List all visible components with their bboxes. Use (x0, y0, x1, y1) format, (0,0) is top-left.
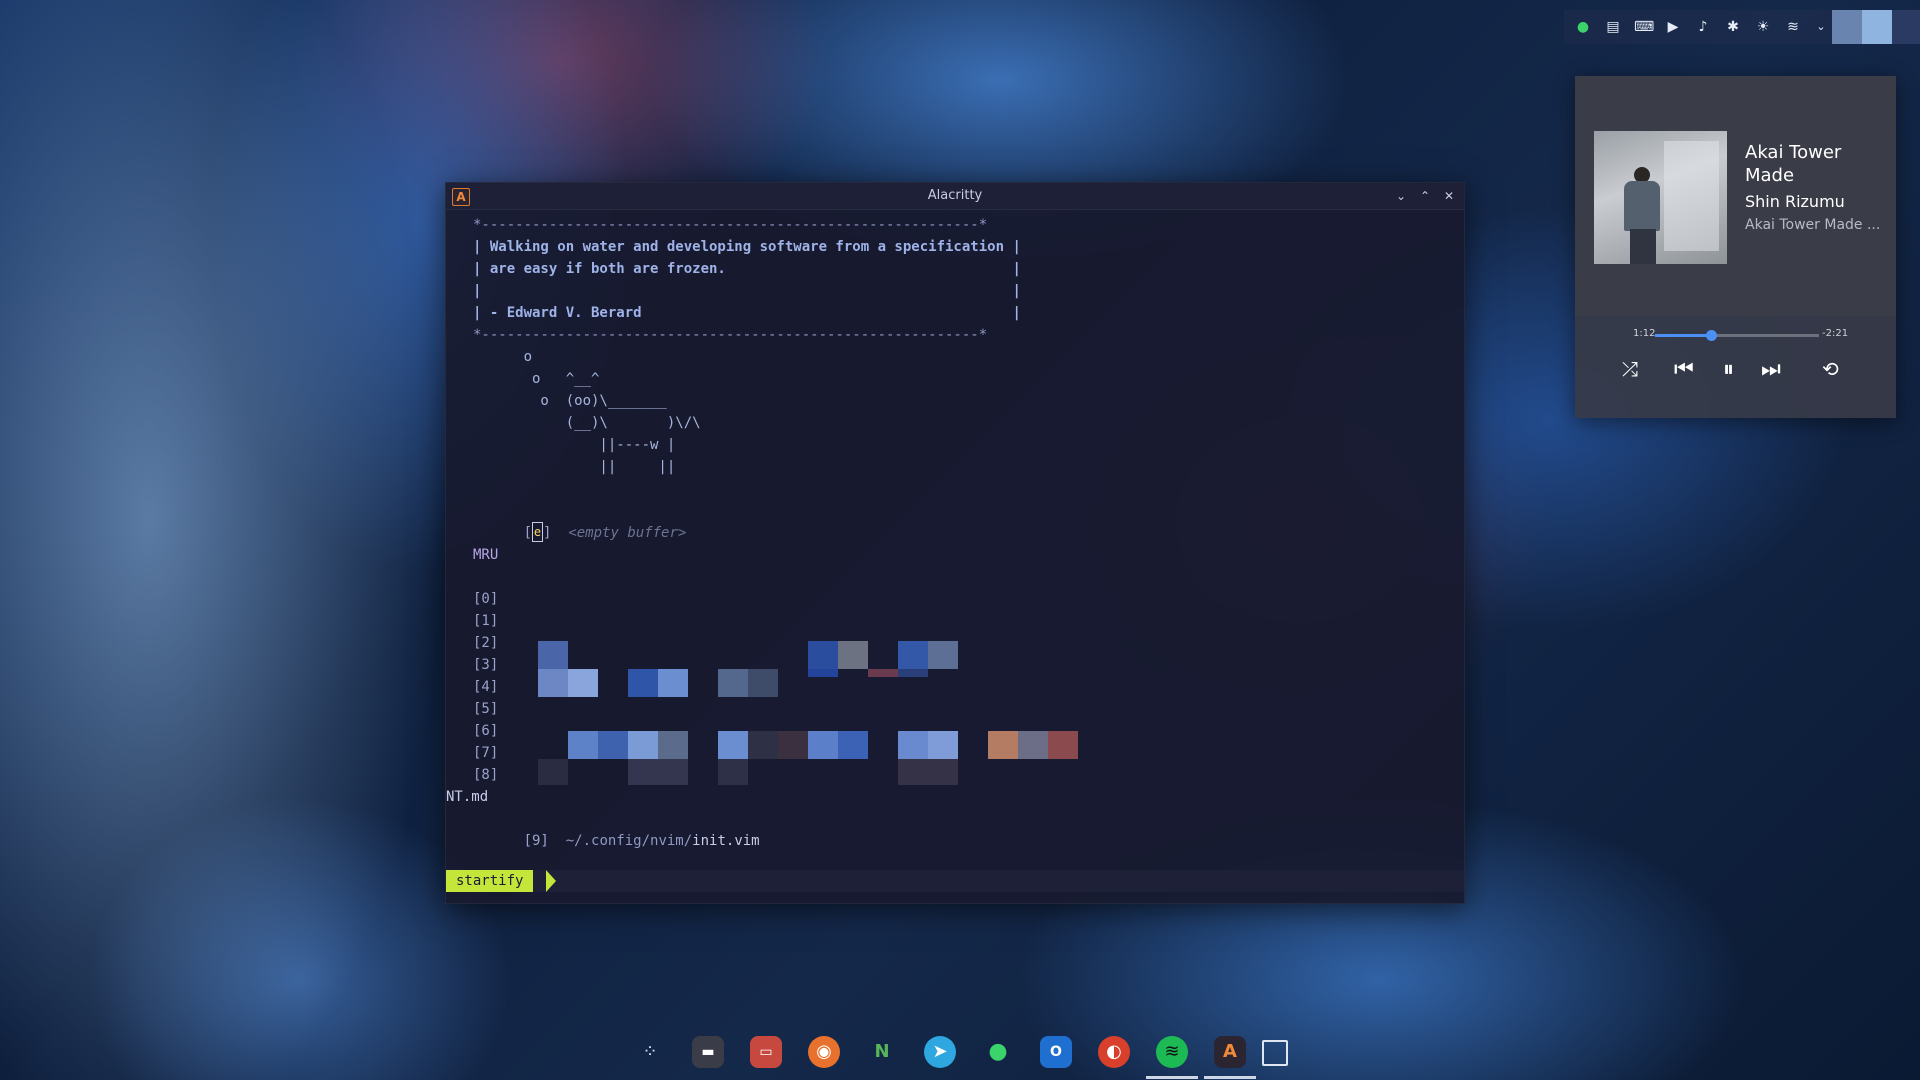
wechat-icon[interactable]: ● (982, 1036, 1014, 1068)
cowsay-line: o (oo)\_______ (473, 393, 667, 409)
pause-icon[interactable]: ⏸ (1723, 357, 1734, 382)
tray-pixelated-block (1892, 10, 1920, 44)
brightness-icon[interactable]: ☀ (1754, 18, 1772, 36)
quote-author: | - Edward V. Berard | (473, 305, 1021, 321)
play-circle-icon[interactable]: ▶ (1664, 18, 1682, 36)
alacritty-icon[interactable]: A (1214, 1036, 1246, 1068)
mru-header: MRU (473, 547, 499, 563)
cursor: e (532, 522, 544, 542)
keyboard-icon[interactable]: ⌨ (1634, 18, 1654, 36)
wifi-icon[interactable]: ≋ (1784, 18, 1802, 36)
minimize-button[interactable]: ⌄ (1392, 187, 1410, 205)
bracket: [ (523, 525, 533, 541)
file-manager-icon[interactable]: ▭ (750, 1036, 782, 1068)
mru-index[interactable]: [7] (473, 742, 498, 764)
wechat-icon[interactable]: ● (1574, 18, 1592, 36)
mode-separator (546, 870, 556, 892)
mru-item-init-vim[interactable]: [9] ~/.config/nvim/init.vim (473, 808, 760, 849)
volume-icon[interactable]: ♪ (1694, 18, 1712, 36)
mru-index[interactable]: [3] (473, 654, 498, 676)
mru-index[interactable]: [6] (473, 720, 498, 742)
neovim-icon[interactable]: N (866, 1036, 898, 1068)
previous-track-icon[interactable]: ⏮ (1674, 357, 1694, 382)
active-indicator-spotify (1146, 1076, 1198, 1079)
terminal-content[interactable]: *---------------------------------------… (446, 210, 1464, 903)
firefox-icon[interactable]: ◉ (808, 1036, 840, 1068)
mru-index[interactable]: [8] (473, 764, 498, 786)
alacritty-window[interactable]: A Alacritty ⌄ ⌃ ✕ *---------------------… (445, 182, 1465, 904)
cowsay-line: (__)\ )\/\ (473, 415, 701, 431)
spotify-icon[interactable]: ≋ (1156, 1036, 1188, 1068)
cowsay-line: ||----w | (473, 437, 676, 453)
empty-buffer-entry[interactable]: [e] <empty buffer> (473, 500, 686, 542)
repeat-icon[interactable]: ⟲ (1822, 357, 1839, 381)
mru-index[interactable]: [4] (473, 676, 498, 698)
mru-index: [9] (523, 833, 549, 849)
track-artist: Shin Rizumu (1745, 192, 1845, 211)
file-path-dir: ~/.config/nvim/ (565, 833, 693, 849)
window-titlebar[interactable]: A Alacritty ⌄ ⌃ ✕ (446, 183, 1464, 210)
quote-line: | are easy if both are frozen. | (473, 261, 1021, 277)
clipboard-icon[interactable]: ▤ (1604, 18, 1622, 36)
show-desktop-icon[interactable] (1262, 1040, 1288, 1066)
shuffle-icon[interactable]: ⤮ (1622, 357, 1638, 381)
close-button[interactable]: ✕ (1440, 187, 1458, 205)
system-tray: ● ▤ ⌨ ▶ ♪ ✱ ☀ ≋ ⌄ (1564, 10, 1920, 44)
quote-line: | Walking on water and developing softwa… (473, 239, 1021, 255)
quote-border-top: *---------------------------------------… (473, 217, 988, 233)
progress-knob[interactable] (1705, 330, 1717, 341)
next-track-icon[interactable]: ⏭ (1761, 357, 1781, 382)
cowsay-line: || || (473, 459, 676, 475)
track-title: Akai Tower Made (1745, 142, 1842, 186)
remaining-time: -2:21 (1822, 328, 1849, 339)
active-indicator-alacritty (1204, 1076, 1256, 1079)
cowsay-line: o ^__^ (473, 371, 600, 387)
empty-buffer-label: <empty buffer> (568, 525, 687, 541)
telegram-icon[interactable]: ➤ (924, 1036, 956, 1068)
media-header: Akai Tower Made Shin Rizumu Akai Tower M… (1575, 76, 1896, 316)
mru-index[interactable]: [5] (473, 698, 498, 720)
record-icon[interactable]: ◐ (1098, 1036, 1130, 1068)
mru-index[interactable]: [1] (473, 610, 498, 632)
dock: ⁘ ▬ ▭ ◉ N ➤ ● O ◐ ≋ A (620, 1022, 1300, 1080)
window-title: Alacritty (927, 188, 983, 203)
mru-index[interactable]: [2] (473, 632, 498, 654)
mode-indicator: startify (446, 870, 534, 892)
tray-pixelated-block (1862, 10, 1892, 44)
wrapped-filename-text: NT.md (446, 789, 489, 805)
bracket: ] (543, 525, 552, 541)
tray-pixelated-block (1832, 10, 1862, 44)
terminal-icon[interactable]: ▬ (692, 1036, 724, 1068)
maximize-button[interactable]: ⌃ (1416, 187, 1434, 205)
bluetooth-icon[interactable]: ✱ (1724, 18, 1742, 36)
mru-index[interactable]: [0] (473, 588, 498, 610)
quote-line: | | (473, 283, 1021, 299)
track-album: Akai Tower Made ... (1745, 217, 1881, 233)
album-art (1594, 131, 1727, 264)
media-player-widget: Akai Tower Made Shin Rizumu Akai Tower M… (1575, 76, 1896, 418)
file-path-name: init.vim (692, 833, 760, 849)
vim-statusline: startify (446, 870, 1464, 892)
chevron-down-icon[interactable]: ⌄ (1812, 18, 1830, 36)
quote-border-bottom: *---------------------------------------… (473, 327, 988, 343)
cowsay-line: o (473, 349, 533, 365)
progress-fill (1655, 334, 1711, 337)
launcher-icon[interactable]: ⁘ (634, 1036, 666, 1068)
outlook-icon[interactable]: O (1040, 1036, 1072, 1068)
progress-slider[interactable] (1655, 330, 1819, 341)
elapsed-time: 1:12 (1633, 328, 1656, 339)
